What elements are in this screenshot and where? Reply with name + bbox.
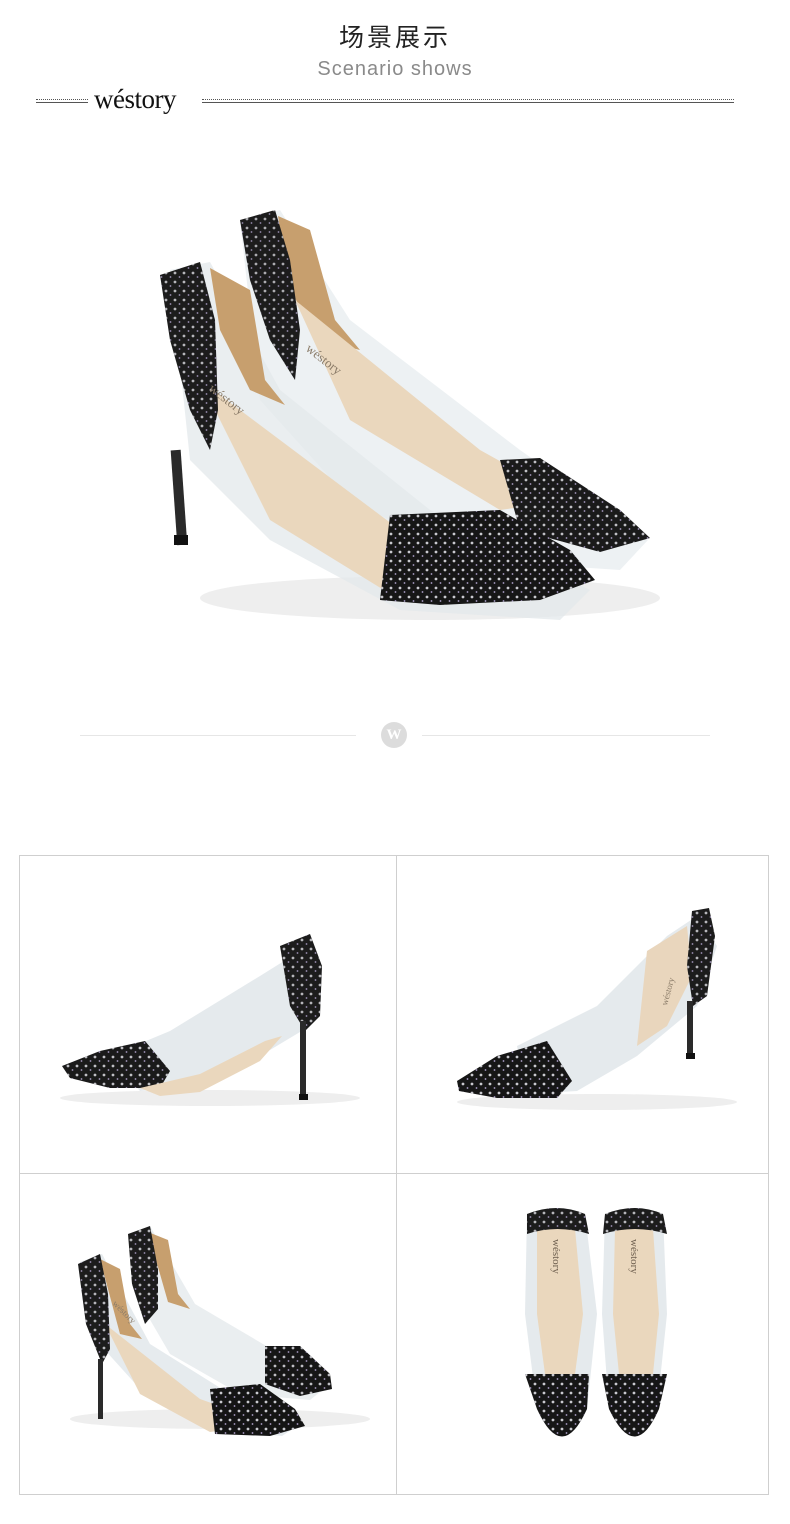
brand-divider: wéstory xyxy=(36,84,734,116)
gallery-item-pair-top: wéstory wéstory xyxy=(397,1174,768,1494)
gallery-item-pair-three-quarter: wéstory xyxy=(20,1174,396,1494)
divider-line-left xyxy=(80,735,356,736)
brand-rule-left xyxy=(36,99,88,103)
insole-logo-c4-left: wéstory xyxy=(550,1239,562,1274)
insole-logo-c4-right: wéstory xyxy=(628,1239,640,1274)
scenario-gallery: wéstory wéstory wéstory wéstory xyxy=(19,855,769,1495)
brand-rule-right xyxy=(202,99,734,103)
hero-shoe-image: wéstory wéstory xyxy=(100,180,700,660)
section-title-cn: 场景展示 xyxy=(338,23,451,52)
brand-logo: wéstory xyxy=(94,84,176,114)
ornament-divider: W xyxy=(80,722,710,748)
w-badge-icon: W xyxy=(381,722,407,748)
section-title-en: Scenario shows xyxy=(317,58,473,80)
gallery-item-side-left xyxy=(20,856,396,1173)
gallery-item-side-right: wéstory xyxy=(397,856,768,1173)
divider-line-right xyxy=(422,735,710,736)
